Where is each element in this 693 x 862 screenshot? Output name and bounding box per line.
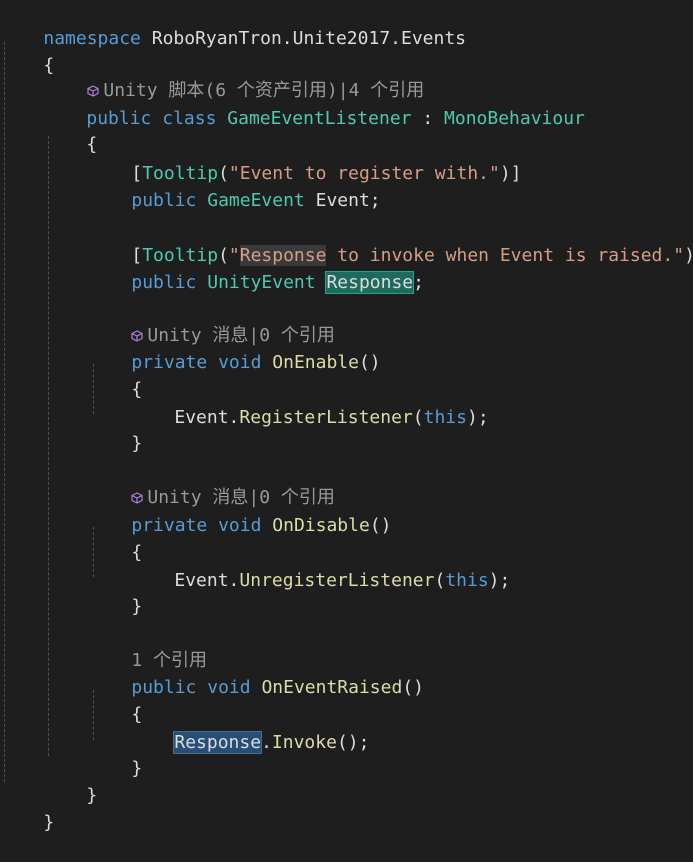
keyword-this: this: [423, 407, 467, 428]
code-line-brace[interactable]: {: [88, 351, 142, 400]
object-event: Event.: [174, 407, 240, 428]
paren-close: );: [466, 407, 489, 428]
brace-close: }: [131, 758, 143, 779]
code-editor[interactable]: namespace RoboRyanTron.Unite2017.Events …: [0, 0, 693, 833]
bracket-close: )]: [499, 163, 522, 184]
code-line-namespace-close[interactable]: }: [0, 784, 54, 833]
code-line-brace[interactable]: }: [88, 730, 142, 779]
code-line-register-call[interactable]: Event.RegisterListener(this);: [131, 379, 488, 428]
method-call-invoke: Invoke: [271, 732, 337, 753]
code-line-field-response[interactable]: public UnityEvent Response;: [88, 244, 424, 294]
code-line-open-brace[interactable]: {: [0, 27, 54, 76]
keyword-void: void: [218, 352, 262, 373]
method-name-onenable: OnEnable: [272, 352, 359, 373]
code-line-brace[interactable]: }: [88, 405, 142, 454]
keyword-private: private: [131, 352, 208, 373]
object-event: Event.: [174, 570, 240, 591]
colon: :: [411, 108, 445, 129]
paren-open: (: [412, 407, 424, 428]
parens: (): [402, 677, 425, 698]
code-line-ondisable-decl[interactable]: private void OnDisable(): [88, 487, 391, 536]
bracket-close: )]: [684, 245, 693, 266]
paren-close: );: [488, 570, 511, 591]
parens: (): [369, 515, 392, 536]
keyword-void: void: [207, 677, 251, 698]
keyword-this: this: [445, 570, 489, 591]
namespace-name: RoboRyanTron.Unite2017.Events: [140, 28, 467, 49]
brace-close: }: [131, 596, 143, 617]
type-gameevent: GameEvent: [207, 190, 305, 211]
paren-close: ();: [336, 732, 370, 753]
method-call-registerlistener: RegisterListener: [239, 407, 413, 428]
keyword-private: private: [131, 515, 208, 536]
indent-guide: [48, 136, 49, 756]
indent-guide: [4, 42, 5, 782]
code-line-class-open[interactable]: {: [43, 106, 97, 155]
code-line-field-event[interactable]: public GameEvent Event;: [88, 162, 380, 211]
code-line-class-close[interactable]: }: [43, 757, 97, 806]
keyword-class: class: [162, 108, 217, 129]
base-class-name: MonoBehaviour: [444, 108, 585, 129]
code-line-onenable-decl[interactable]: private void OnEnable(): [88, 324, 380, 373]
keyword-void: void: [218, 515, 262, 536]
keyword-public: public: [131, 272, 197, 293]
brace-close: }: [131, 433, 143, 454]
codelens-onenable[interactable]: Unity 消息|0 个引用: [88, 297, 335, 346]
parens: (): [358, 352, 381, 373]
method-call-unregisterlistener: UnregisterListener: [239, 570, 435, 591]
codelens-oneventraised[interactable]: 1 个引用: [88, 622, 207, 671]
code-line-brace[interactable]: {: [88, 676, 142, 725]
semicolon: ;: [413, 272, 424, 293]
dot: .: [261, 732, 272, 753]
keyword-namespace: namespace: [43, 28, 141, 49]
field-name-event: Event;: [304, 190, 381, 211]
brace-close: }: [43, 812, 55, 833]
codelens-ondisable[interactable]: Unity 消息|0 个引用: [88, 459, 335, 508]
code-line-invoke-call[interactable]: Response.Invoke();: [131, 704, 369, 754]
code-line-class-decl[interactable]: public class GameEventListener : MonoBeh…: [43, 80, 585, 129]
brace-close: }: [86, 785, 98, 806]
code-line-unregister-call[interactable]: Event.UnregisterListener(this);: [131, 542, 510, 591]
codelens-class[interactable]: Unity 脚本(6 个资产引用)|4 个引用: [44, 52, 424, 101]
code-line-oneventraised-decl[interactable]: public void OnEventRaised(): [88, 649, 424, 698]
paren-open: (: [434, 570, 446, 591]
code-line-tooltip-event[interactable]: [Tooltip("Event to register with.")]: [88, 135, 521, 184]
code-line-brace[interactable]: {: [88, 514, 142, 563]
keyword-public: public: [131, 190, 197, 211]
code-line-brace[interactable]: }: [88, 568, 142, 617]
class-name: GameEventListener: [227, 108, 412, 129]
code-line-tooltip-response[interactable]: [Tooltip("Response to invoke when Event …: [88, 217, 693, 266]
method-name-oneventraised: OnEventRaised: [261, 677, 403, 698]
code-line-namespace[interactable]: namespace RoboRyanTron.Unite2017.Events: [0, 0, 466, 49]
type-unityevent: UnityEvent: [207, 272, 316, 293]
method-name-ondisable: OnDisable: [272, 515, 370, 536]
reference-highlight-response[interactable]: Response: [173, 731, 263, 754]
field-name-response-selected[interactable]: Response: [325, 271, 415, 294]
